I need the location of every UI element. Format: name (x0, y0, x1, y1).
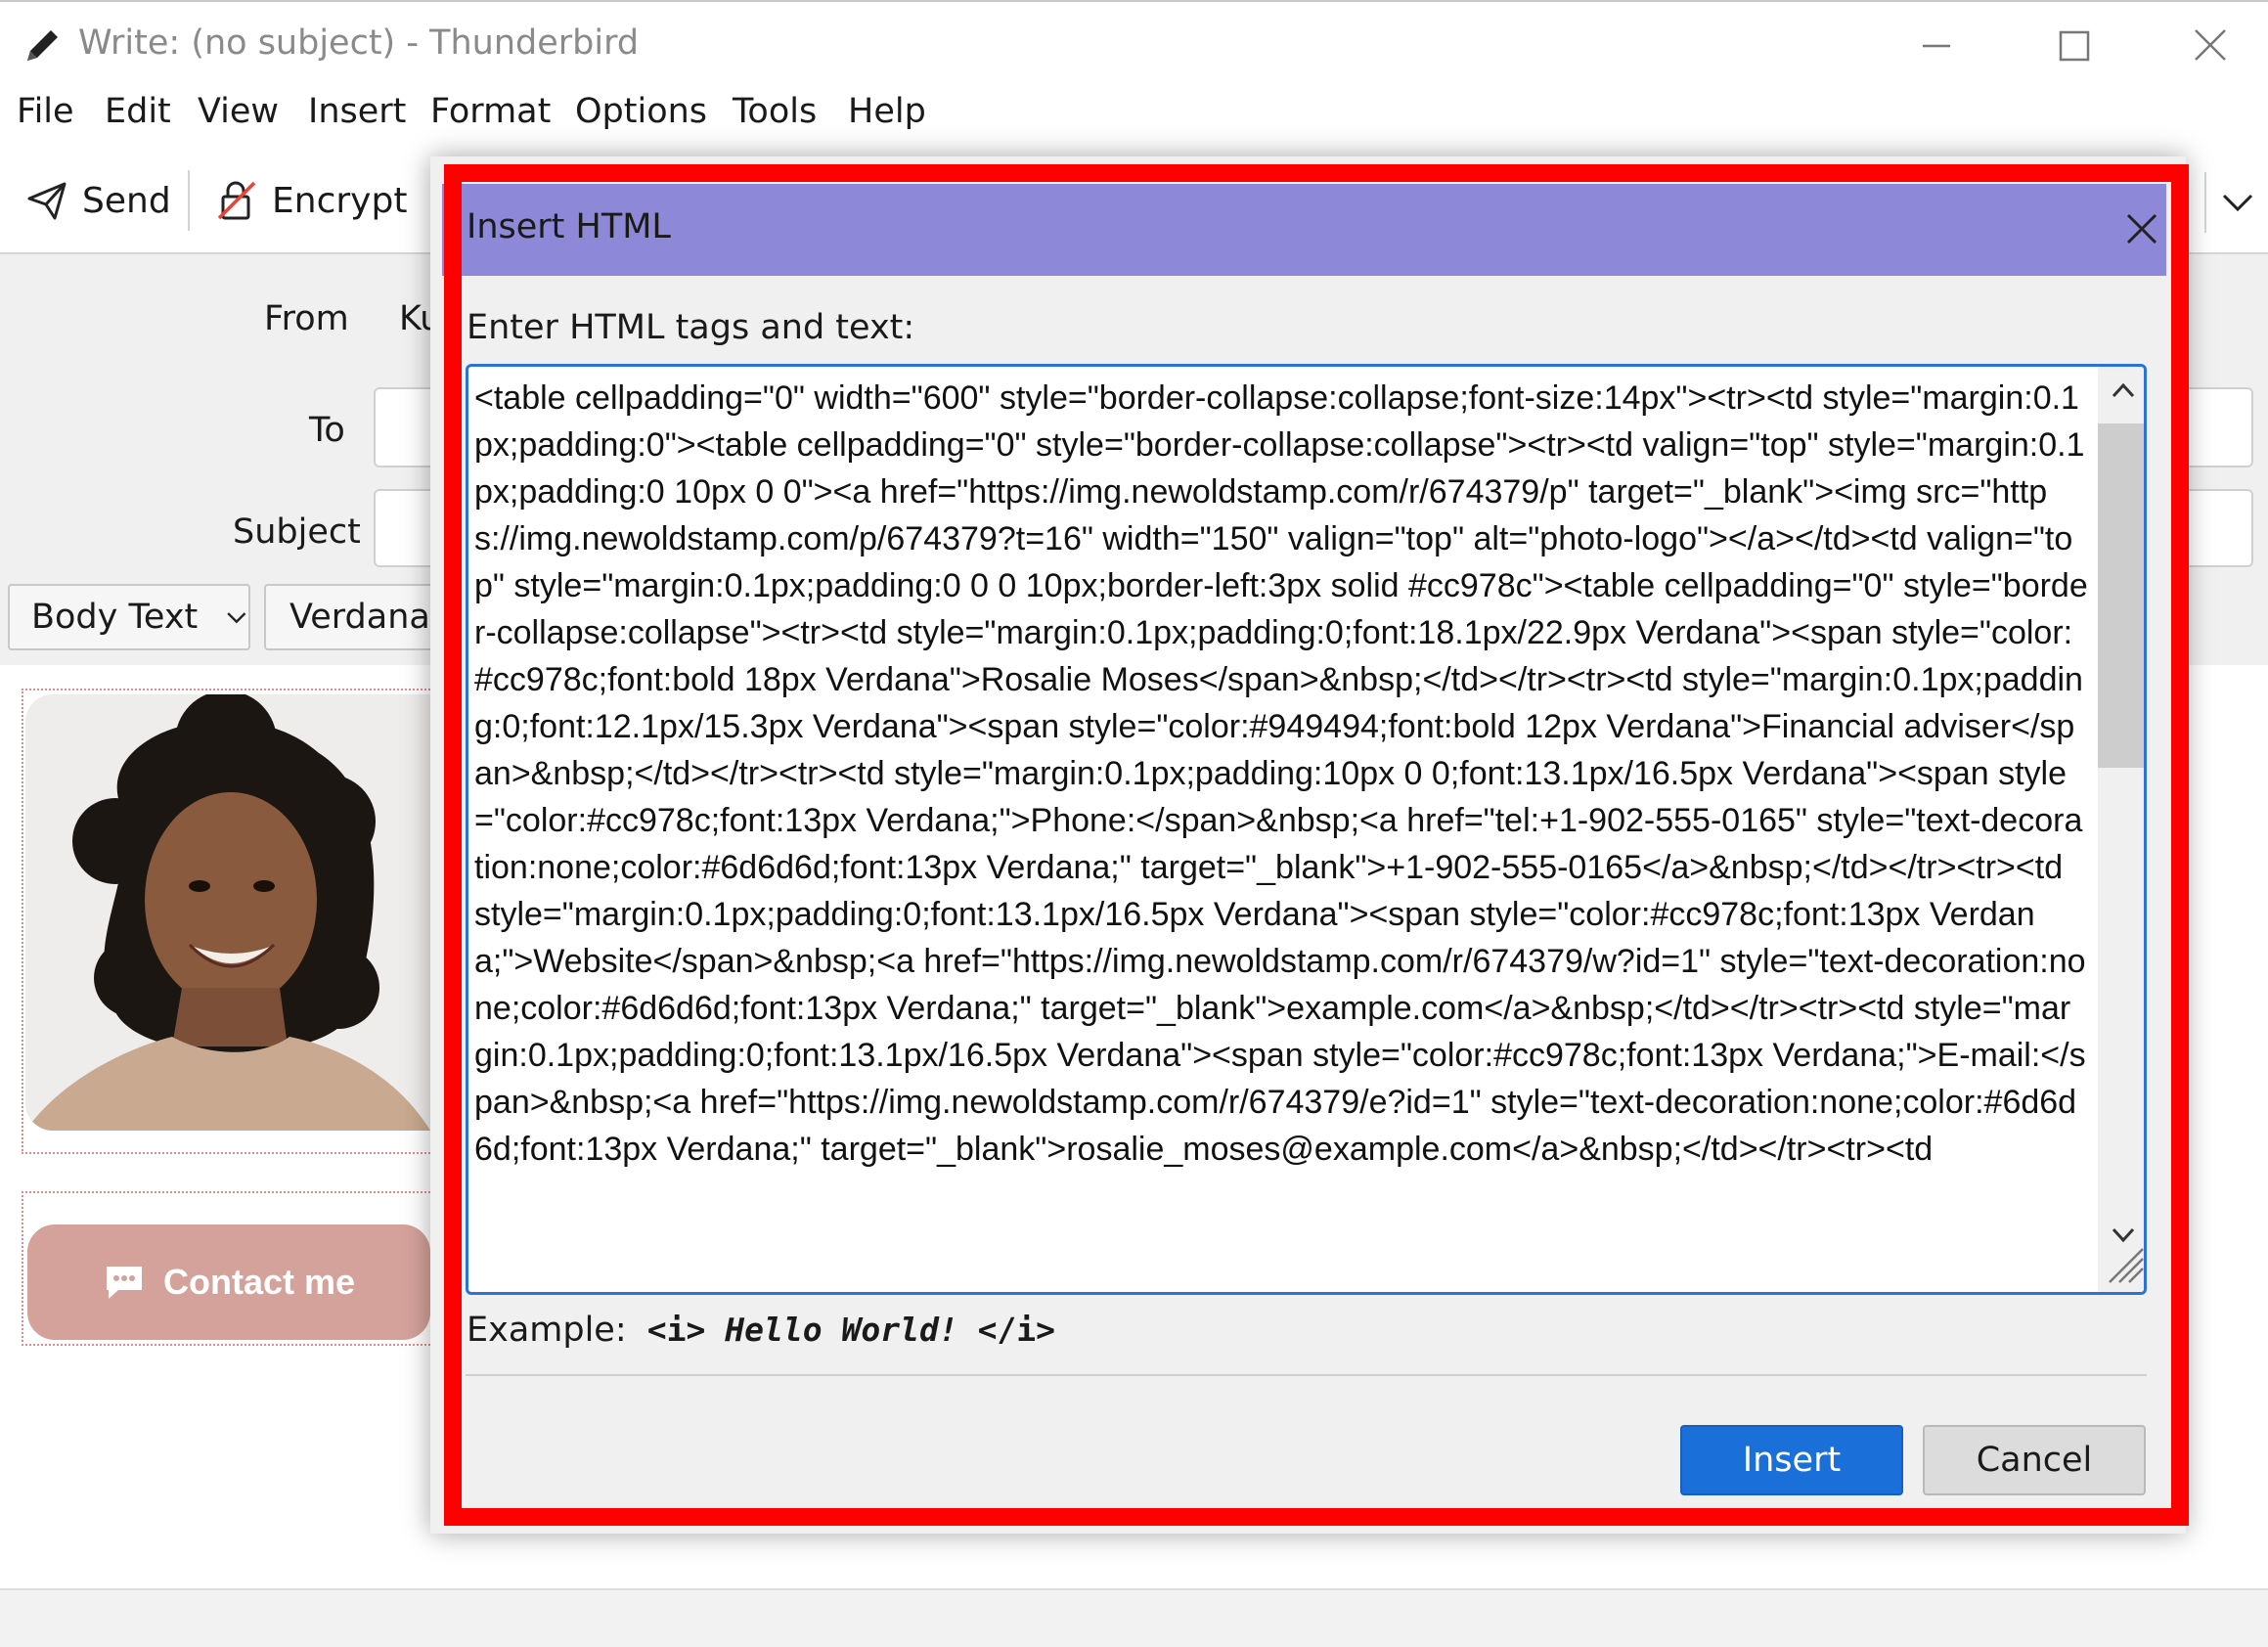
close-window-icon[interactable] (2171, 16, 2249, 74)
window-title: Write: (no subject) - Thunderbird (78, 23, 640, 63)
pencil-icon (27, 30, 58, 61)
send-label: Send (82, 180, 171, 221)
example-code-close: </i> (977, 1311, 1056, 1349)
menu-format[interactable]: Format (430, 92, 551, 131)
to-label: To (309, 411, 345, 450)
encrypt-icon (217, 181, 256, 220)
menu-file[interactable]: File (17, 92, 74, 131)
chevron-down-icon[interactable] (2218, 182, 2257, 221)
window-titlebar: Write: (no subject) - Thunderbird (0, 0, 2268, 90)
toolbar-separator (188, 170, 190, 231)
html-input[interactable]: <table cellpadding="0" width="600" style… (466, 364, 2147, 1295)
example-code: <i> Hello World! </i> (647, 1311, 1055, 1349)
cancel-label: Cancel (1976, 1441, 2093, 1480)
contact-me-button[interactable]: Contact me (27, 1224, 430, 1340)
minimize-icon[interactable] (1897, 16, 1976, 74)
subject-label: Subject (233, 512, 361, 552)
signature-photo (25, 694, 430, 1131)
toolbar-separator (2204, 172, 2206, 233)
menubar: File Edit View Insert Format Options Too… (0, 90, 2268, 147)
menu-insert[interactable]: Insert (308, 92, 406, 131)
encrypt-button[interactable]: Encrypt (215, 170, 407, 231)
example-code-text: Hello World! (725, 1311, 958, 1349)
insert-button[interactable]: Insert (1680, 1425, 1903, 1495)
example-code-open: <i> (646, 1311, 706, 1349)
paragraph-style-value: Body Text (31, 598, 199, 637)
font-value: Verdana (289, 598, 430, 637)
contact-me-label: Contact me (162, 1262, 356, 1302)
html-input-value[interactable]: <table cellpadding="0" width="600" style… (474, 375, 2088, 1173)
send-icon (27, 182, 67, 220)
vertical-scrollbar[interactable] (2098, 367, 2144, 1292)
dialog-title: Insert HTML (467, 207, 671, 246)
paragraph-style-select[interactable]: Body Text (8, 584, 250, 650)
maximize-icon[interactable] (2034, 16, 2112, 74)
status-bar (0, 1588, 2268, 1647)
from-label: From (264, 299, 349, 338)
resize-grip-icon[interactable] (2104, 1243, 2147, 1286)
scrollbar-thumb[interactable] (2098, 423, 2144, 768)
dialog-example: Example: <i> Hello World! </i> (467, 1311, 1055, 1350)
menu-view[interactable]: View (198, 92, 279, 131)
dialog-prompt: Enter HTML tags and text: (467, 308, 915, 347)
dialog-titlebar: Insert HTML (442, 184, 2166, 276)
menu-edit[interactable]: Edit (105, 92, 171, 131)
send-button[interactable]: Send (25, 170, 171, 231)
insert-html-dialog: Insert HTML Enter HTML tags and text: <t… (430, 156, 2186, 1534)
cancel-button[interactable]: Cancel (1923, 1425, 2146, 1495)
chat-icon (106, 1267, 142, 1299)
dialog-separator (466, 1374, 2147, 1376)
example-label: Example: (467, 1311, 627, 1350)
scroll-up-icon[interactable] (2110, 377, 2137, 404)
chevron-down-icon (227, 612, 246, 624)
close-icon[interactable] (2122, 209, 2161, 248)
insert-label: Insert (1742, 1441, 1842, 1480)
menu-options[interactable]: Options (575, 92, 707, 131)
encrypt-label: Encrypt (272, 180, 408, 221)
menu-tools[interactable]: Tools (733, 92, 817, 131)
menu-help[interactable]: Help (848, 92, 926, 131)
